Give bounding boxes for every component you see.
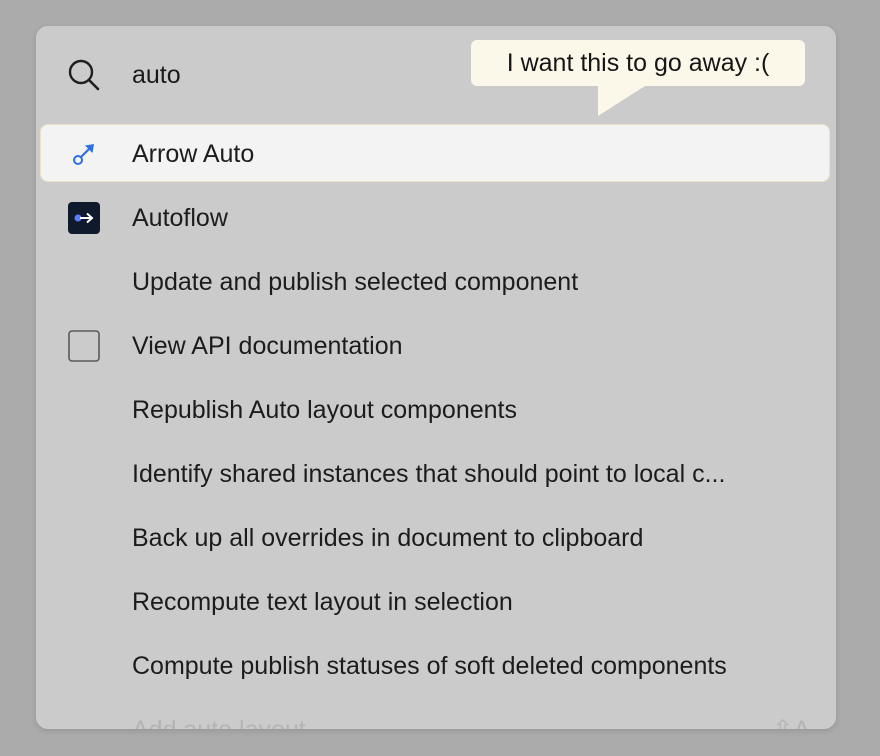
command-palette: Arrow Auto Autoflow Update and publish s… <box>36 26 836 729</box>
result-label: Add auto layout <box>132 698 306 729</box>
result-add-auto-layout[interactable]: Add auto layout ⇧A <box>36 698 836 729</box>
autoflow-icon <box>68 202 100 234</box>
result-autoflow[interactable]: Autoflow <box>36 186 836 250</box>
result-label: Back up all overrides in document to cli… <box>132 524 644 552</box>
search-icon <box>67 58 101 92</box>
result-label: Compute publish statuses of soft deleted… <box>132 652 727 680</box>
result-back-up-overrides[interactable]: Back up all overrides in document to cli… <box>36 506 836 570</box>
result-identify-shared-instances[interactable]: Identify shared instances that should po… <box>36 442 836 506</box>
result-label: Republish Auto layout components <box>132 396 517 424</box>
checkbox-icon <box>68 330 100 362</box>
result-update-publish[interactable]: Update and publish selected component <box>36 250 836 314</box>
tooltip: I want this to go away :( <box>471 40 805 86</box>
results-list: Arrow Auto Autoflow Update and publish s… <box>36 122 836 729</box>
result-arrow-auto[interactable]: Arrow Auto <box>36 122 836 186</box>
result-label: Update and publish selected component <box>132 268 579 296</box>
result-label: Identify shared instances that should po… <box>132 460 726 488</box>
result-label: View API documentation <box>132 332 403 360</box>
shortcut-hint: ⇧A <box>772 698 810 729</box>
arrow-auto-icon <box>68 138 100 170</box>
result-view-api-docs[interactable]: View API documentation <box>36 314 836 378</box>
tooltip-tail <box>598 84 648 116</box>
result-republish-auto-layout[interactable]: Republish Auto layout components <box>36 378 836 442</box>
result-compute-publish-statuses[interactable]: Compute publish statuses of soft deleted… <box>36 634 836 698</box>
result-label: Recompute text layout in selection <box>132 588 513 616</box>
result-label: Arrow Auto <box>132 140 255 168</box>
result-label: Autoflow <box>132 204 228 232</box>
search-input[interactable] <box>132 56 432 94</box>
result-recompute-text-layout[interactable]: Recompute text layout in selection <box>36 570 836 634</box>
